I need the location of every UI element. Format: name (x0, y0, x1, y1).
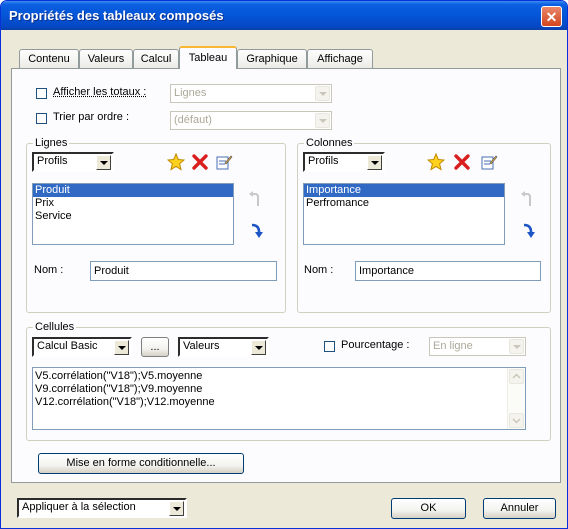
tab-graphique[interactable]: Graphique (237, 49, 307, 68)
rows-name-label: Nom : (34, 264, 64, 276)
dialog-title: Propriétés des tableaux composés (9, 8, 224, 23)
cells-formula-textarea[interactable]: V5.corrélation("V18");V5.moyenne V9.corr… (32, 367, 526, 430)
chevron-down-icon (367, 155, 382, 170)
move-down-icon[interactable] (247, 222, 265, 240)
chevron-down-icon (315, 86, 330, 101)
columns-list[interactable]: Importance Perfromance (303, 183, 505, 245)
tab-contenu[interactable]: Contenu (19, 49, 79, 68)
list-item[interactable]: Service (33, 210, 233, 223)
list-item[interactable]: Perfromance (304, 197, 504, 210)
delete-icon[interactable] (191, 153, 209, 171)
formula-line: V9.corrélation("V18");V9.moyenne (35, 383, 203, 395)
rows-name-input[interactable]: Produit (90, 261, 277, 281)
move-up-icon[interactable] (247, 190, 265, 208)
sort-checkbox[interactable] (36, 113, 47, 124)
percent-label: Pourcentage : (341, 339, 410, 351)
conditional-formatting-button[interactable]: Mise en forme conditionnelle... (38, 453, 244, 474)
chevron-down-icon (315, 113, 330, 128)
edit-icon[interactable] (480, 153, 498, 171)
columns-name-label: Nom : (304, 264, 334, 276)
columns-group-label: Colonnes (304, 137, 355, 149)
ellipsis-button[interactable]: ... (141, 337, 169, 357)
columns-group: Colonnes Profils Importance Perfromance … (297, 137, 551, 313)
columns-profile-select[interactable]: Profils (303, 152, 385, 172)
chevron-up-icon (512, 373, 521, 379)
values-select[interactable]: Valeurs (178, 337, 269, 357)
sort-select[interactable]: (défaut) (170, 111, 332, 130)
cells-group: Cellules Calcul Basic ... Valeurs Pource… (26, 321, 551, 441)
scroll-up-button[interactable] (509, 369, 524, 384)
edit-icon[interactable] (215, 153, 233, 171)
formula-line: V12.corrélation("V18");V12.moyenne (35, 396, 215, 408)
star-icon[interactable] (427, 153, 445, 171)
chevron-down-icon (96, 155, 111, 170)
list-item[interactable]: Produit (33, 184, 233, 197)
dialog-window: Propriétés des tableaux composés ✕ Conte… (0, 0, 568, 529)
list-item[interactable]: Prix (33, 197, 233, 210)
cells-group-label: Cellules (33, 321, 77, 333)
chevron-down-icon (509, 339, 524, 354)
title-bar[interactable]: Propriétés des tableaux composés ✕ (1, 1, 567, 30)
calc-select[interactable]: Calcul Basic (32, 337, 132, 357)
close-icon: ✕ (545, 9, 558, 25)
move-up-icon[interactable] (519, 190, 537, 208)
tab-valeurs[interactable]: Valeurs (79, 49, 133, 68)
show-totals-select[interactable]: Lignes (170, 84, 332, 103)
star-icon[interactable] (167, 153, 185, 171)
chevron-down-icon (114, 340, 129, 355)
columns-name-input[interactable]: Importance (355, 261, 541, 281)
ok-button[interactable]: OK (391, 498, 466, 519)
chevron-down-icon (169, 501, 184, 516)
scroll-down-button[interactable] (509, 413, 524, 428)
rows-group: Lignes Profils Produit Prix Service Nom … (26, 137, 286, 313)
rows-group-label: Lignes (33, 137, 70, 149)
delete-icon[interactable] (453, 153, 471, 171)
tab-calcul[interactable]: Calcul (133, 49, 179, 68)
rows-profile-select[interactable]: Profils (32, 152, 114, 172)
rows-list[interactable]: Produit Prix Service (32, 183, 234, 245)
tab-affichage[interactable]: Affichage (307, 49, 373, 68)
tab-tableau[interactable]: Tableau (179, 46, 237, 69)
move-down-icon[interactable] (519, 222, 537, 240)
chevron-down-icon (251, 340, 266, 355)
list-item[interactable]: Importance (304, 184, 504, 197)
percent-checkbox[interactable] (324, 341, 335, 352)
tab-panel-tableau: Afficher les totaux : Lignes Trier par o… (11, 68, 561, 483)
vertical-scrollbar[interactable] (507, 368, 525, 429)
formula-line: V5.corrélation("V18");V5.moyenne (35, 370, 203, 382)
show-totals-label: Afficher les totaux : (53, 86, 147, 98)
close-button[interactable]: ✕ (541, 6, 562, 27)
sort-label: Trier par ordre : (53, 111, 130, 123)
show-totals-checkbox[interactable] (36, 88, 47, 99)
percent-select[interactable]: En ligne (429, 337, 526, 356)
cancel-button[interactable]: Annuler (483, 498, 556, 519)
apply-select[interactable]: Appliquer à la sélection (17, 498, 187, 518)
chevron-down-icon (512, 418, 521, 424)
